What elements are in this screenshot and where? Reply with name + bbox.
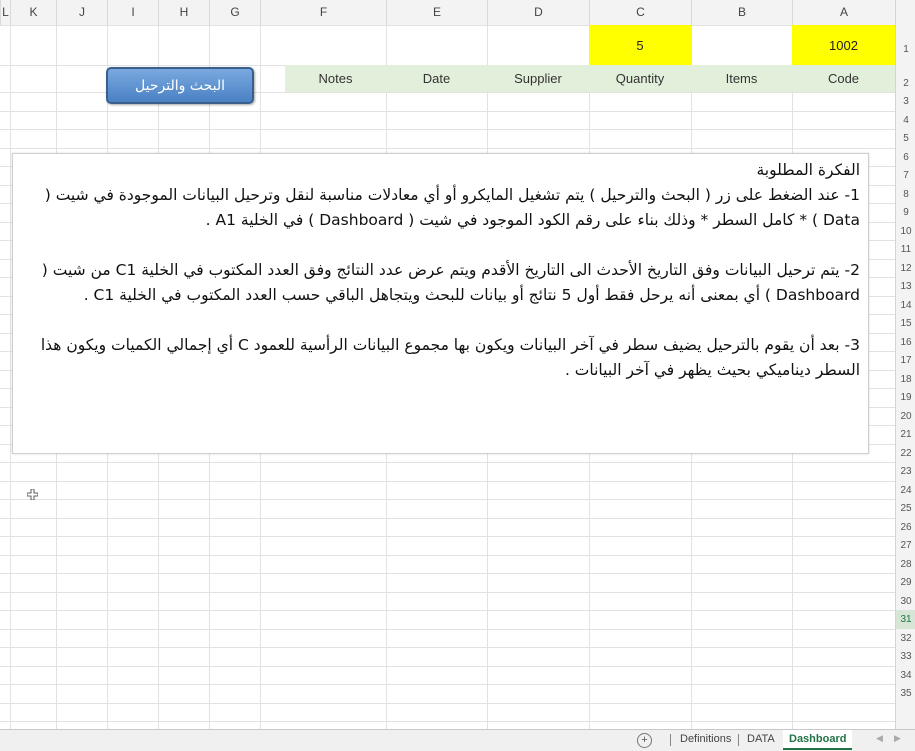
row-header-11[interactable]: 11 xyxy=(896,240,915,259)
row-header-9[interactable]: 9 xyxy=(896,203,915,222)
sheet-tab-bar: + Definitions DATA Dashboard ◀ ▶ xyxy=(0,729,915,751)
row-header-bar: 1 2 3 4 5 6 7 8 9 10 11 12 13 14 15 16 17 18 19 20 21 22 23 24 2… xyxy=(895,25,915,730)
row-header-31[interactable]: 31 xyxy=(896,610,915,629)
textbox-point-3: 3- بعد أن يقوم بالترحيل يضيف سطر في آخر … xyxy=(40,336,860,379)
row-header-8[interactable]: 8 xyxy=(896,185,915,204)
header-items[interactable]: Items xyxy=(691,65,792,92)
search-and-transfer-button[interactable]: البحث والترحيل xyxy=(106,67,254,104)
cell-select-cursor-icon xyxy=(27,489,38,500)
row-header-6[interactable]: 6 xyxy=(896,148,915,167)
header-notes[interactable]: Notes xyxy=(285,65,386,92)
column-header-B[interactable]: B xyxy=(691,0,792,25)
select-all-corner[interactable] xyxy=(895,0,915,25)
tab-definitions[interactable]: Definitions xyxy=(674,730,737,750)
tab-data[interactable]: DATA xyxy=(741,730,781,750)
header-quantity[interactable]: Quantity xyxy=(589,65,691,92)
row-header-2[interactable]: 2 xyxy=(896,65,915,92)
row-header-20[interactable]: 20 xyxy=(896,407,915,426)
row-header-23[interactable]: 23 xyxy=(896,462,915,481)
column-header-H[interactable]: H xyxy=(158,0,209,25)
row-header-22[interactable]: 22 xyxy=(896,444,915,463)
row-header-30[interactable]: 30 xyxy=(896,592,915,611)
row-header-32[interactable]: 32 xyxy=(896,629,915,648)
row-header-34[interactable]: 34 xyxy=(896,666,915,685)
row-header-17[interactable]: 17 xyxy=(896,351,915,370)
row-header-24[interactable]: 24 xyxy=(896,481,915,500)
row-header-19[interactable]: 19 xyxy=(896,388,915,407)
row-header-3[interactable]: 3 xyxy=(896,92,915,111)
textbox-point-1: 1- عند الضغط على زر ( البحث والترحيل ) ي… xyxy=(44,186,860,229)
row-header-28[interactable]: 28 xyxy=(896,555,915,574)
row-header-33[interactable]: 33 xyxy=(896,647,915,666)
column-header-A[interactable]: A xyxy=(792,0,895,25)
row-header-29[interactable]: 29 xyxy=(896,573,915,592)
tab-dashboard[interactable]: Dashboard xyxy=(783,730,853,750)
row-header-10[interactable]: 10 xyxy=(896,222,915,241)
column-header-D[interactable]: D xyxy=(487,0,589,25)
row-header-14[interactable]: 14 xyxy=(896,296,915,315)
cell-A1[interactable]: 1002 xyxy=(792,25,895,65)
row-header-13[interactable]: 13 xyxy=(896,277,915,296)
row-header-18[interactable]: 18 xyxy=(896,370,915,389)
column-header-E[interactable]: E xyxy=(386,0,487,25)
column-header-L[interactable]: L xyxy=(0,0,10,25)
column-header-I[interactable]: I xyxy=(107,0,158,25)
header-code[interactable]: Code xyxy=(792,65,895,92)
row-header-12[interactable]: 12 xyxy=(896,259,915,278)
row-header-35[interactable]: 35 xyxy=(896,684,915,703)
add-sheet-icon[interactable]: + xyxy=(637,733,652,748)
row-header-1[interactable]: 1 xyxy=(896,25,915,65)
scroll-right-icon[interactable]: ▶ xyxy=(894,733,901,744)
row-header-7[interactable]: 7 xyxy=(896,166,915,185)
row-header-4[interactable]: 4 xyxy=(896,111,915,130)
column-header-C[interactable]: C xyxy=(589,0,691,25)
column-header-J[interactable]: J xyxy=(56,0,107,25)
cell-C1[interactable]: 5 xyxy=(589,25,691,65)
column-header-K[interactable]: K xyxy=(10,0,56,25)
instructions-textbox[interactable]: الفكرة المطلوبة 1- عند الضغط على زر ( ال… xyxy=(12,153,869,454)
column-header-bar: L K J I H G F E D C B A xyxy=(0,0,915,26)
textbox-point-2: 2- يتم ترحيل البيانات وفق التاريخ الأحدث… xyxy=(41,261,860,304)
column-header-G[interactable]: G xyxy=(209,0,260,25)
row-header-26[interactable]: 26 xyxy=(896,518,915,537)
row-header-15[interactable]: 15 xyxy=(896,314,915,333)
row-header-5[interactable]: 5 xyxy=(896,129,915,148)
header-date[interactable]: Date xyxy=(386,65,487,92)
row-header-16[interactable]: 16 xyxy=(896,333,915,352)
scroll-left-icon[interactable]: ◀ xyxy=(876,733,883,744)
row-header-21[interactable]: 21 xyxy=(896,425,915,444)
column-header-F[interactable]: F xyxy=(260,0,386,25)
row-header-27[interactable]: 27 xyxy=(896,536,915,555)
textbox-title: الفكرة المطلوبة xyxy=(756,161,861,179)
header-supplier[interactable]: Supplier xyxy=(487,65,589,92)
row-header-25[interactable]: 25 xyxy=(896,499,915,518)
